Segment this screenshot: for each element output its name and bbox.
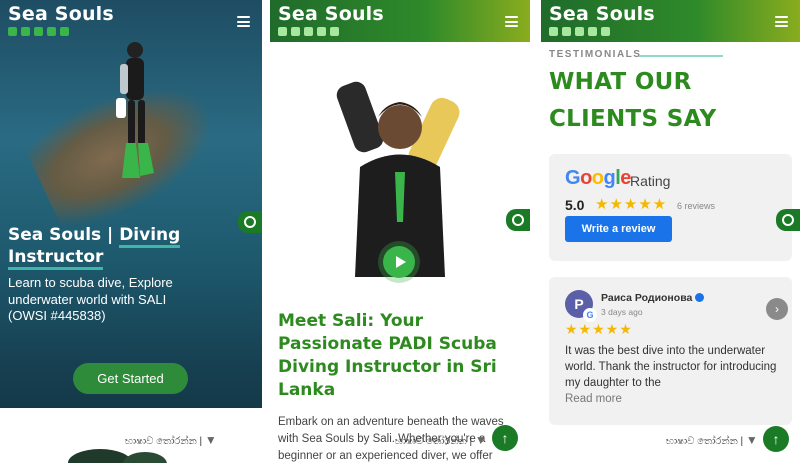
- review-text: It was the best dive into the underwater…: [565, 345, 777, 389]
- google-rating-card: Google Rating 5.0 ★★★★★ 6 reviews Write …: [549, 154, 792, 261]
- scuba-diver-image: [116, 42, 154, 178]
- review-date: 3 days ago: [601, 307, 643, 317]
- hamburger-menu-icon[interactable]: [237, 16, 250, 27]
- brand-logo[interactable]: Sea Souls: [8, 3, 114, 25]
- play-icon: [395, 256, 406, 268]
- reviewer-avatar: P G: [565, 290, 597, 322]
- language-selector-label: භාෂාව තෝරන්න: [395, 436, 467, 447]
- site-header: Sea Souls: [541, 0, 800, 42]
- testimonials-heading: WHAT OUR CLIENTS SAY: [549, 69, 717, 132]
- hero-title: Sea Souls | Diving Instructor: [8, 224, 208, 270]
- brand-logo[interactable]: Sea Souls: [278, 3, 384, 25]
- whatsapp-float-icon[interactable]: [238, 211, 262, 233]
- testimonials-screen: Sea Souls TESTIMONIALS WHAT OUR CLIENTS …: [541, 0, 800, 463]
- avatar-initial: P: [574, 296, 584, 312]
- hero-title-text: Sea Souls |: [8, 225, 120, 245]
- google-badge-icon: G: [583, 308, 597, 322]
- hamburger-menu-icon[interactable]: [775, 16, 788, 27]
- read-more-link[interactable]: Read more: [565, 393, 622, 405]
- testimonials-section: TESTIMONIALS WHAT OUR CLIENTS SAY Google…: [541, 42, 800, 463]
- language-selector-label: භාෂාව තෝරන්න: [125, 436, 197, 447]
- hero-title-highlight: Diving: [119, 225, 181, 248]
- scroll-to-top-button[interactable]: ↑: [763, 426, 789, 452]
- rating-stars: ★★★★★: [595, 196, 668, 213]
- hamburger-menu-icon[interactable]: [505, 16, 518, 27]
- social-links: [549, 27, 610, 36]
- instagram-icon[interactable]: [34, 27, 43, 36]
- review-card: P G Раиса Родионова 3 days ago ★★★★★ It …: [549, 277, 792, 425]
- chevron-down-icon: ▼: [474, 433, 487, 447]
- whatsapp-float-icon[interactable]: [506, 209, 530, 231]
- arrow-up-icon: ↑: [501, 430, 509, 446]
- whatsapp-icon[interactable]: [317, 27, 326, 36]
- hero-subtitle: Learn to scuba dive, Explore underwater …: [8, 275, 173, 323]
- section-eyebrow: TESTIMONIALS: [549, 49, 642, 60]
- google-logo: Google: [565, 167, 631, 189]
- hero-title-highlight: Instructor: [8, 247, 104, 270]
- rating-label: Rating: [630, 173, 671, 189]
- tiktok-icon[interactable]: [330, 27, 339, 36]
- reviewer-name: Раиса Родионова: [601, 292, 705, 304]
- instagram-icon[interactable]: [304, 27, 313, 36]
- next-review-button[interactable]: ›: [766, 298, 788, 320]
- brand-logo[interactable]: Sea Souls: [549, 3, 655, 25]
- whatsapp-icon[interactable]: [588, 27, 597, 36]
- youtube-icon[interactable]: [8, 27, 17, 36]
- language-selector[interactable]: භාෂාව තෝරන්න | ▼: [125, 433, 217, 447]
- play-video-button[interactable]: [383, 246, 415, 278]
- rating-score: 5.0: [565, 197, 585, 213]
- tiktok-icon[interactable]: [60, 27, 69, 36]
- about-heading: Meet Sali: Your Passionate PADI Scuba Di…: [278, 311, 497, 400]
- whatsapp-icon[interactable]: [47, 27, 56, 36]
- language-selector-label: භාෂාව තෝරන්න: [666, 436, 738, 447]
- language-selector[interactable]: භාෂාව තෝරන්න | ▼: [395, 433, 487, 447]
- about-screen: Sea Souls Meet Sali: Your Passionate PAD…: [270, 0, 530, 463]
- verified-badge-icon: [695, 293, 705, 302]
- social-links: [278, 27, 339, 36]
- facebook-icon[interactable]: [291, 27, 300, 36]
- whatsapp-float-icon[interactable]: [776, 209, 800, 231]
- youtube-icon[interactable]: [549, 27, 558, 36]
- get-started-button[interactable]: Get Started: [73, 363, 188, 394]
- language-selector[interactable]: භාෂාව තෝරන්න | ▼: [666, 433, 758, 447]
- social-links: [8, 27, 69, 36]
- instagram-icon[interactable]: [575, 27, 584, 36]
- chevron-down-icon: ▼: [745, 433, 758, 447]
- tiktok-icon[interactable]: [601, 27, 610, 36]
- hero-screen: Sea Souls Sea Souls | Diving Instructor …: [0, 0, 262, 463]
- chevron-down-icon: ▼: [204, 433, 217, 447]
- site-header: Sea Souls: [270, 0, 530, 42]
- chevron-right-icon: ›: [775, 302, 779, 316]
- review-count: 6 reviews: [677, 201, 716, 211]
- arrow-up-icon: ↑: [772, 431, 780, 447]
- reviewer-name-text: Раиса Родионова: [601, 292, 693, 304]
- about-section: Meet Sali: Your Passionate PADI Scuba Di…: [270, 42, 530, 463]
- youtube-icon[interactable]: [278, 27, 287, 36]
- scroll-to-top-button[interactable]: ↑: [492, 425, 518, 451]
- site-header: Sea Souls: [0, 0, 262, 42]
- review-stars: ★★★★★: [565, 321, 633, 337]
- write-review-button[interactable]: Write a review: [565, 216, 672, 242]
- facebook-icon[interactable]: [21, 27, 30, 36]
- facebook-icon[interactable]: [562, 27, 571, 36]
- eyebrow-divider: [639, 55, 723, 57]
